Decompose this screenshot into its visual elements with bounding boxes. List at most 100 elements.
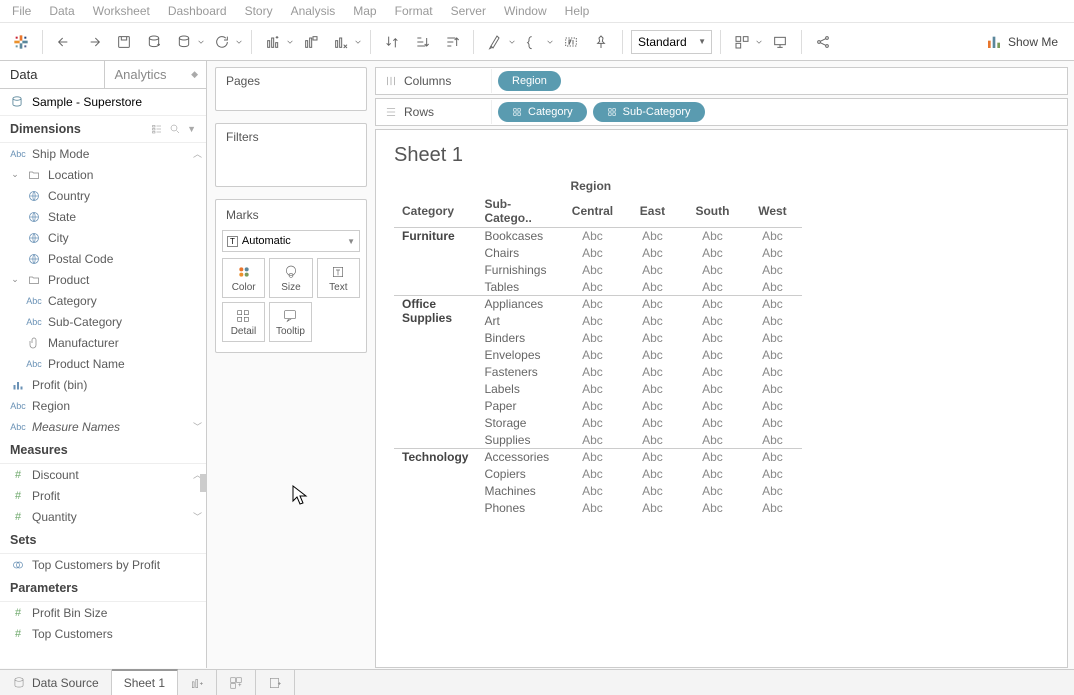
dim-location[interactable]: ⌄Location (0, 164, 206, 185)
fit-dropdown[interactable]: Standard (631, 30, 712, 54)
mark-type-dropdown[interactable]: TAutomatic ▼ (222, 230, 360, 252)
params-tree: #Profit Bin Size#Top Customers (0, 602, 206, 644)
refresh-button[interactable] (209, 29, 243, 55)
new-sheet-tab[interactable] (178, 670, 217, 695)
toolbar: Standard Show Me (0, 23, 1074, 61)
dim-product-name[interactable]: AbcProduct Name (0, 353, 206, 374)
menu-story[interactable]: Story (245, 4, 273, 18)
measure-profit[interactable]: #Profit (0, 485, 206, 506)
presentation-button[interactable] (767, 29, 793, 55)
pill-region[interactable]: Region (498, 71, 561, 91)
share-button[interactable] (810, 29, 836, 55)
dim-ship-mode[interactable]: AbcShip Mode︿ (0, 143, 206, 164)
dropdown-icon[interactable]: ▼ (187, 124, 196, 134)
size-button[interactable]: Size (269, 258, 312, 298)
dim-region[interactable]: AbcRegion (0, 395, 206, 416)
search-icon[interactable] (169, 123, 181, 135)
menu-worksheet[interactable]: Worksheet (93, 4, 150, 18)
sets-tree: Top Customers by Profit (0, 554, 206, 575)
detail-button[interactable]: Detail (222, 302, 265, 342)
new-story-tab[interactable] (256, 670, 295, 695)
viz-table: RegionCategorySub-Catego..CentralEastSou… (394, 177, 802, 516)
pause-updates-button[interactable] (171, 29, 205, 55)
dim-postal-code[interactable]: Postal Code (0, 248, 206, 269)
showme-button[interactable]: Show Me (978, 30, 1066, 54)
view-icon[interactable] (151, 123, 163, 135)
dim-category[interactable]: AbcCategory (0, 290, 206, 311)
dim-profit-bin-[interactable]: Profit (bin) (0, 374, 206, 395)
group-button[interactable] (520, 29, 554, 55)
menu-server[interactable]: Server (451, 4, 486, 18)
dim-city[interactable]: City (0, 227, 206, 248)
divider (473, 30, 474, 54)
highlight-button[interactable] (482, 29, 516, 55)
color-button[interactable]: Color (222, 258, 265, 298)
swap-button[interactable] (379, 29, 405, 55)
set-item[interactable]: Top Customers by Profit (0, 554, 206, 575)
pill-sub-category[interactable]: Sub-Category (593, 102, 705, 122)
pin-button[interactable] (588, 29, 614, 55)
dim-sub-category[interactable]: AbcSub-Category (0, 311, 206, 332)
label-button[interactable] (558, 29, 584, 55)
data-tab[interactable]: Data (0, 61, 104, 88)
sheet-tab[interactable]: Sheet 1 (112, 669, 178, 695)
menu-data[interactable]: Data (49, 4, 74, 18)
new-worksheet-button[interactable] (260, 29, 294, 55)
text-button[interactable]: Text (317, 258, 360, 298)
pages-shelf[interactable]: Pages (215, 67, 367, 111)
dimensions-tree: AbcShip Mode︿⌄LocationCountryStateCityPo… (0, 143, 206, 437)
dim-product[interactable]: ⌄Product (0, 269, 206, 290)
marks-card: Marks TAutomatic ▼ Color Size Text Detai… (215, 199, 367, 353)
tableau-logo[interactable] (8, 29, 34, 55)
params-header: Parameters (0, 575, 206, 602)
columns-shelf[interactable]: Columns Region (375, 67, 1068, 95)
sheet-tabs: Data Source Sheet 1 (0, 669, 1074, 695)
filters-shelf[interactable]: Filters (215, 123, 367, 187)
menu-format[interactable]: Format (395, 4, 433, 18)
redo-button[interactable] (81, 29, 107, 55)
new-datasource-button[interactable] (141, 29, 167, 55)
measures-header: Measures (0, 437, 206, 464)
dim-state[interactable]: State (0, 206, 206, 227)
dim-measure-names[interactable]: AbcMeasure Names﹀ (0, 416, 206, 437)
divider (720, 30, 721, 54)
tooltip-button[interactable]: Tooltip (269, 302, 312, 342)
sets-header: Sets (0, 527, 206, 554)
measure-quantity[interactable]: #Quantity﹀ (0, 506, 206, 527)
menu-help[interactable]: Help (565, 4, 590, 18)
sort-desc-button[interactable] (439, 29, 465, 55)
divider (251, 30, 252, 54)
datasource-name: Sample - Superstore (32, 95, 142, 109)
duplicate-button[interactable] (298, 29, 324, 55)
new-dashboard-tab[interactable] (217, 670, 256, 695)
menu-window[interactable]: Window (504, 4, 547, 18)
rows-shelf[interactable]: Rows CategorySub-Category (375, 98, 1068, 126)
viz-title[interactable]: Sheet 1 (394, 144, 1049, 167)
menu-dashboard[interactable]: Dashboard (168, 4, 227, 18)
datasource-row[interactable]: Sample - Superstore (0, 89, 206, 116)
dimensions-header: Dimensions ▼ (0, 116, 206, 143)
divider (42, 30, 43, 54)
data-panel: Data Analytics◆ Sample - Superstore Dime… (0, 61, 207, 668)
menu-map[interactable]: Map (353, 4, 376, 18)
dim-country[interactable]: Country (0, 185, 206, 206)
undo-button[interactable] (51, 29, 77, 55)
datasource-tab[interactable]: Data Source (0, 670, 112, 695)
show-cards-button[interactable] (729, 29, 763, 55)
pill-category[interactable]: Category (498, 102, 587, 122)
param-item[interactable]: #Profit Bin Size (0, 602, 206, 623)
measures-tree: #Discount︿#Profit#Quantity﹀ (0, 464, 206, 527)
menu-file[interactable]: File (12, 4, 31, 18)
worksheet-area: Columns Region Rows CategorySub-Category… (375, 67, 1068, 668)
sort-asc-button[interactable] (409, 29, 435, 55)
menu-analysis[interactable]: Analysis (291, 4, 336, 18)
param-item[interactable]: #Top Customers (0, 623, 206, 644)
showme-label: Show Me (1008, 35, 1058, 49)
dim-manufacturer[interactable]: Manufacturer (0, 332, 206, 353)
analytics-tab[interactable]: Analytics◆ (104, 61, 207, 88)
measure-discount[interactable]: #Discount︿ (0, 464, 206, 485)
fit-select[interactable]: Standard (631, 30, 712, 54)
divider (801, 30, 802, 54)
clear-sheet-button[interactable] (328, 29, 362, 55)
save-button[interactable] (111, 29, 137, 55)
